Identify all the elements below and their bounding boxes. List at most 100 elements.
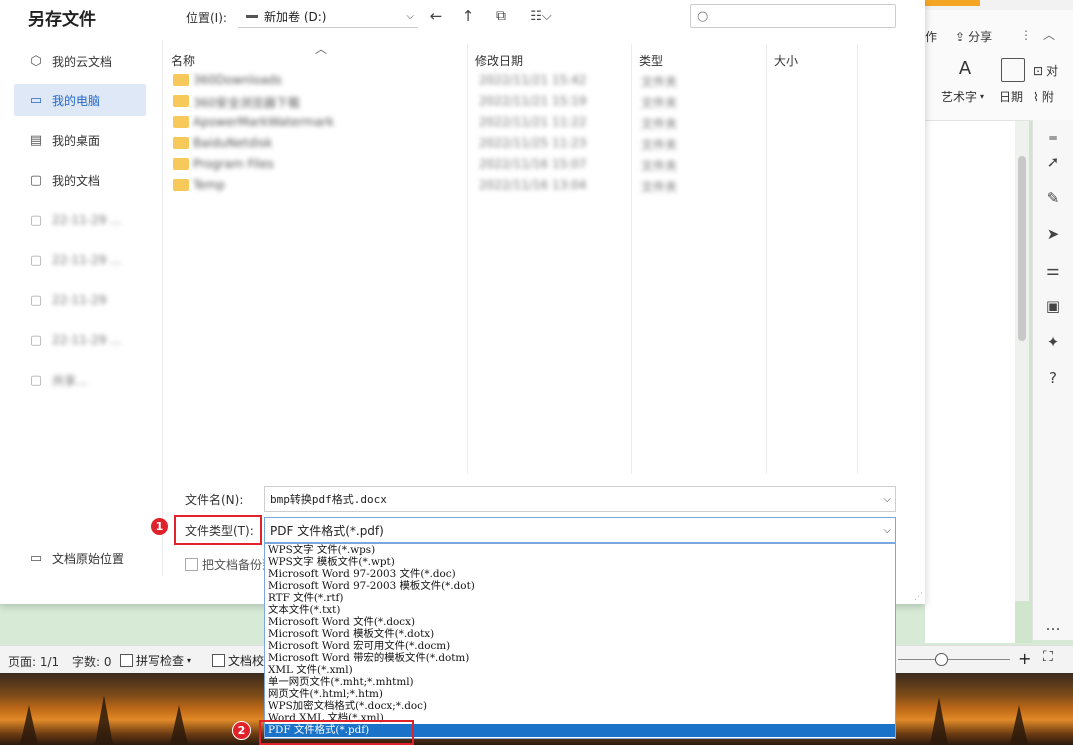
zoom-slider-handle[interactable] xyxy=(935,653,948,666)
adjust-icon[interactable]: ⚌ xyxy=(1043,260,1063,280)
file-name: ApowerMarkWatermark xyxy=(193,115,335,129)
dropdown-option[interactable]: Microsoft Word 模板文件(*.dotx) xyxy=(265,628,895,640)
rocket-icon[interactable]: ➚ xyxy=(1043,152,1063,172)
date-button[interactable]: 日期 xyxy=(999,88,1023,105)
column-header-size[interactable]: 大小 xyxy=(774,52,798,69)
panel-handle-icon[interactable]: ═ xyxy=(1043,128,1063,148)
chevron-down-icon[interactable]: ⌵ xyxy=(883,494,891,505)
sidebar-item-original-location[interactable]: ▭ 文档原始位置 xyxy=(14,542,146,574)
chevron-down-icon[interactable]: ⌵ xyxy=(883,525,891,536)
dropdown-option[interactable]: 网页文件(*.html;*.htm) xyxy=(265,688,895,700)
dropdown-option[interactable]: Microsoft Word 文件(*.docx) xyxy=(265,616,895,628)
compass-icon[interactable]: ✦ xyxy=(1043,332,1063,352)
table-row[interactable]: Program Files 2022/11/16 15:07 文件夹 xyxy=(171,155,851,175)
view-options-icon[interactable]: ☷⌵ xyxy=(526,6,556,26)
share-button[interactable]: ⇪ 分享 xyxy=(955,28,992,45)
doccheck-button[interactable]: 文档校 xyxy=(212,652,264,669)
column-header-date[interactable]: 修改日期 xyxy=(475,52,523,69)
paperclip-icon: ⌇ xyxy=(1033,89,1039,104)
back-arrow-icon[interactable]: ← xyxy=(425,6,447,26)
column-header-name[interactable]: 名称 xyxy=(171,52,195,69)
file-name: 360Downloads xyxy=(193,73,282,87)
new-folder-icon[interactable]: ⧉ xyxy=(490,6,512,26)
resize-grip-icon[interactable]: ⋰ xyxy=(914,592,923,602)
table-row[interactable]: BaiduNetdisk 2022/11/25 11:23 文件夹 xyxy=(171,134,851,154)
dropdown-option[interactable]: 单一网页文件(*.mht;*.mhtml) xyxy=(265,676,895,688)
wallpaper-tree xyxy=(930,697,948,745)
sidebar-item-desktop[interactable]: ▤ 我的桌面 xyxy=(14,124,146,156)
table-row[interactable]: 360安全浏览器下载 2022/11/21 15:19 文件夹 xyxy=(171,92,851,112)
column-divider[interactable] xyxy=(857,44,858,474)
table-row[interactable]: Temp 2022/11/16 13:04 文件夹 xyxy=(171,176,851,196)
zoom-slider[interactable] xyxy=(898,659,1010,660)
search-input[interactable]: ○ xyxy=(690,4,896,28)
column-header-type[interactable]: 类型 xyxy=(639,52,663,69)
sidebar-item-documents[interactable]: ▢ 我的文档 xyxy=(14,164,146,196)
wallpaper-tree xyxy=(20,705,38,745)
help-icon[interactable]: ? xyxy=(1043,368,1063,388)
dropdown-option[interactable]: Microsoft Word 97-2003 文件(*.doc) xyxy=(265,568,895,580)
folder-icon xyxy=(173,95,189,107)
file-name: Temp xyxy=(193,178,225,192)
art-text-button[interactable]: 艺术字 ▾ xyxy=(941,88,984,105)
dropdown-option[interactable]: Microsoft Word 带宏的模板文件(*.dotm) xyxy=(265,652,895,664)
more-icon[interactable]: ⋮ xyxy=(1020,28,1032,42)
sidebar-item-cloud-docs[interactable]: ⬡ 我的云文档 xyxy=(14,45,146,77)
folder-icon xyxy=(173,137,189,149)
collapse-ribbon-icon[interactable]: ︿ xyxy=(1043,26,1055,43)
dropdown-option[interactable]: XML 文件(*.xml) xyxy=(265,664,895,676)
dropdown-option[interactable]: WPS文字 模板文件(*.wpt) xyxy=(265,556,895,568)
dropdown-option[interactable]: Microsoft Word 97-2003 模板文件(*.dot) xyxy=(265,580,895,592)
zoom-in-icon[interactable]: + xyxy=(1018,649,1031,668)
fullscreen-icon[interactable]: ⛶ xyxy=(1043,649,1053,665)
dropdown-option[interactable]: 文本文件(*.txt) xyxy=(265,604,895,616)
doccheck-label: 文档校 xyxy=(228,654,265,668)
up-arrow-icon[interactable]: ↑ xyxy=(457,6,479,26)
cursor-icon[interactable]: ➤ xyxy=(1043,224,1063,244)
more-options-icon[interactable]: … xyxy=(1043,615,1063,635)
file-type: 文件夹 xyxy=(641,159,678,173)
sidebar-item-recent[interactable]: ▢ 22-11-29 ... xyxy=(14,324,146,356)
filetype-select[interactable]: PDF 文件格式(*.pdf) ⌵ xyxy=(264,517,896,543)
scrollbar-thumb[interactable] xyxy=(1018,156,1026,341)
file-type: 文件夹 xyxy=(641,96,678,110)
dropdown-option[interactable]: Microsoft Word 宏可用文件(*.docm) xyxy=(265,640,895,652)
date-icon xyxy=(1001,58,1025,82)
object-button[interactable]: ⊡ 对 xyxy=(1033,62,1058,79)
document-page[interactable] xyxy=(925,121,1015,643)
filetype-label: 文件类型(T): xyxy=(185,524,254,538)
word-count[interactable]: 字数: 0 xyxy=(72,653,112,670)
right-tool-panel: ═ ➚ ✎ ➤ ⚌ ▣ ✦ ? … xyxy=(1032,120,1073,640)
sidebar-item-recent[interactable]: ▢ 共享... xyxy=(14,364,146,396)
table-row[interactable]: 360Downloads 2022/11/21 15:42 文件夹 xyxy=(171,71,851,91)
app-accent-strip xyxy=(925,0,980,6)
sidebar-item-label: 共享... xyxy=(52,373,88,388)
share-icon: ⇪ xyxy=(955,29,966,44)
pen-icon[interactable]: ✎ xyxy=(1043,188,1063,208)
backup-checkbox[interactable]: 把文档备份到 xyxy=(185,556,274,573)
step-2-badge: 2 xyxy=(232,721,251,740)
highlight-box-pdf-option xyxy=(259,720,414,745)
dropdown-option[interactable]: RTF 文件(*.rtf) xyxy=(265,592,895,604)
folder-icon: ▢ xyxy=(29,212,43,228)
sidebar-item-recent[interactable]: ▢ 22-11-29 xyxy=(14,284,146,316)
sidebar-item-my-computer[interactable]: ▭ 我的电脑 xyxy=(14,84,146,116)
spellcheck-button[interactable]: 拼写检查 ▾ xyxy=(120,652,191,669)
filename-field[interactable]: bmp转换pdf格式.docx ⌵ xyxy=(264,486,896,512)
vertical-scrollbar[interactable] xyxy=(1015,121,1029,601)
sidebar-item-recent[interactable]: ▢ 22-11-29 ... xyxy=(14,204,146,236)
dropdown-option[interactable]: WPS加密文档格式(*.docx;*.doc) xyxy=(265,700,895,712)
sidebar-item-recent[interactable]: ▢ 22-11-29 ... xyxy=(14,244,146,276)
wallpaper-tree xyxy=(1010,705,1028,745)
dropdown-option[interactable]: WPS文字 文件(*.wps) xyxy=(265,544,895,556)
checkbox-icon xyxy=(120,654,133,667)
file-type: 文件夹 xyxy=(641,117,678,131)
location-select[interactable]: 新加卷 (D:) ⌵ xyxy=(238,5,418,28)
image-tool-icon[interactable]: ▣ xyxy=(1043,296,1063,316)
table-row[interactable]: ApowerMarkWatermark 2022/11/21 11:22 文件夹 xyxy=(171,113,851,133)
dropdown-arrow-icon: ▾ xyxy=(980,92,985,101)
folder-icon: ▭ xyxy=(29,550,43,566)
filetype-value: PDF 文件格式(*.pdf) xyxy=(270,523,384,538)
attachment-button[interactable]: ⌇ 附 xyxy=(1033,88,1054,105)
collab-button[interactable]: 作 xyxy=(925,28,937,45)
